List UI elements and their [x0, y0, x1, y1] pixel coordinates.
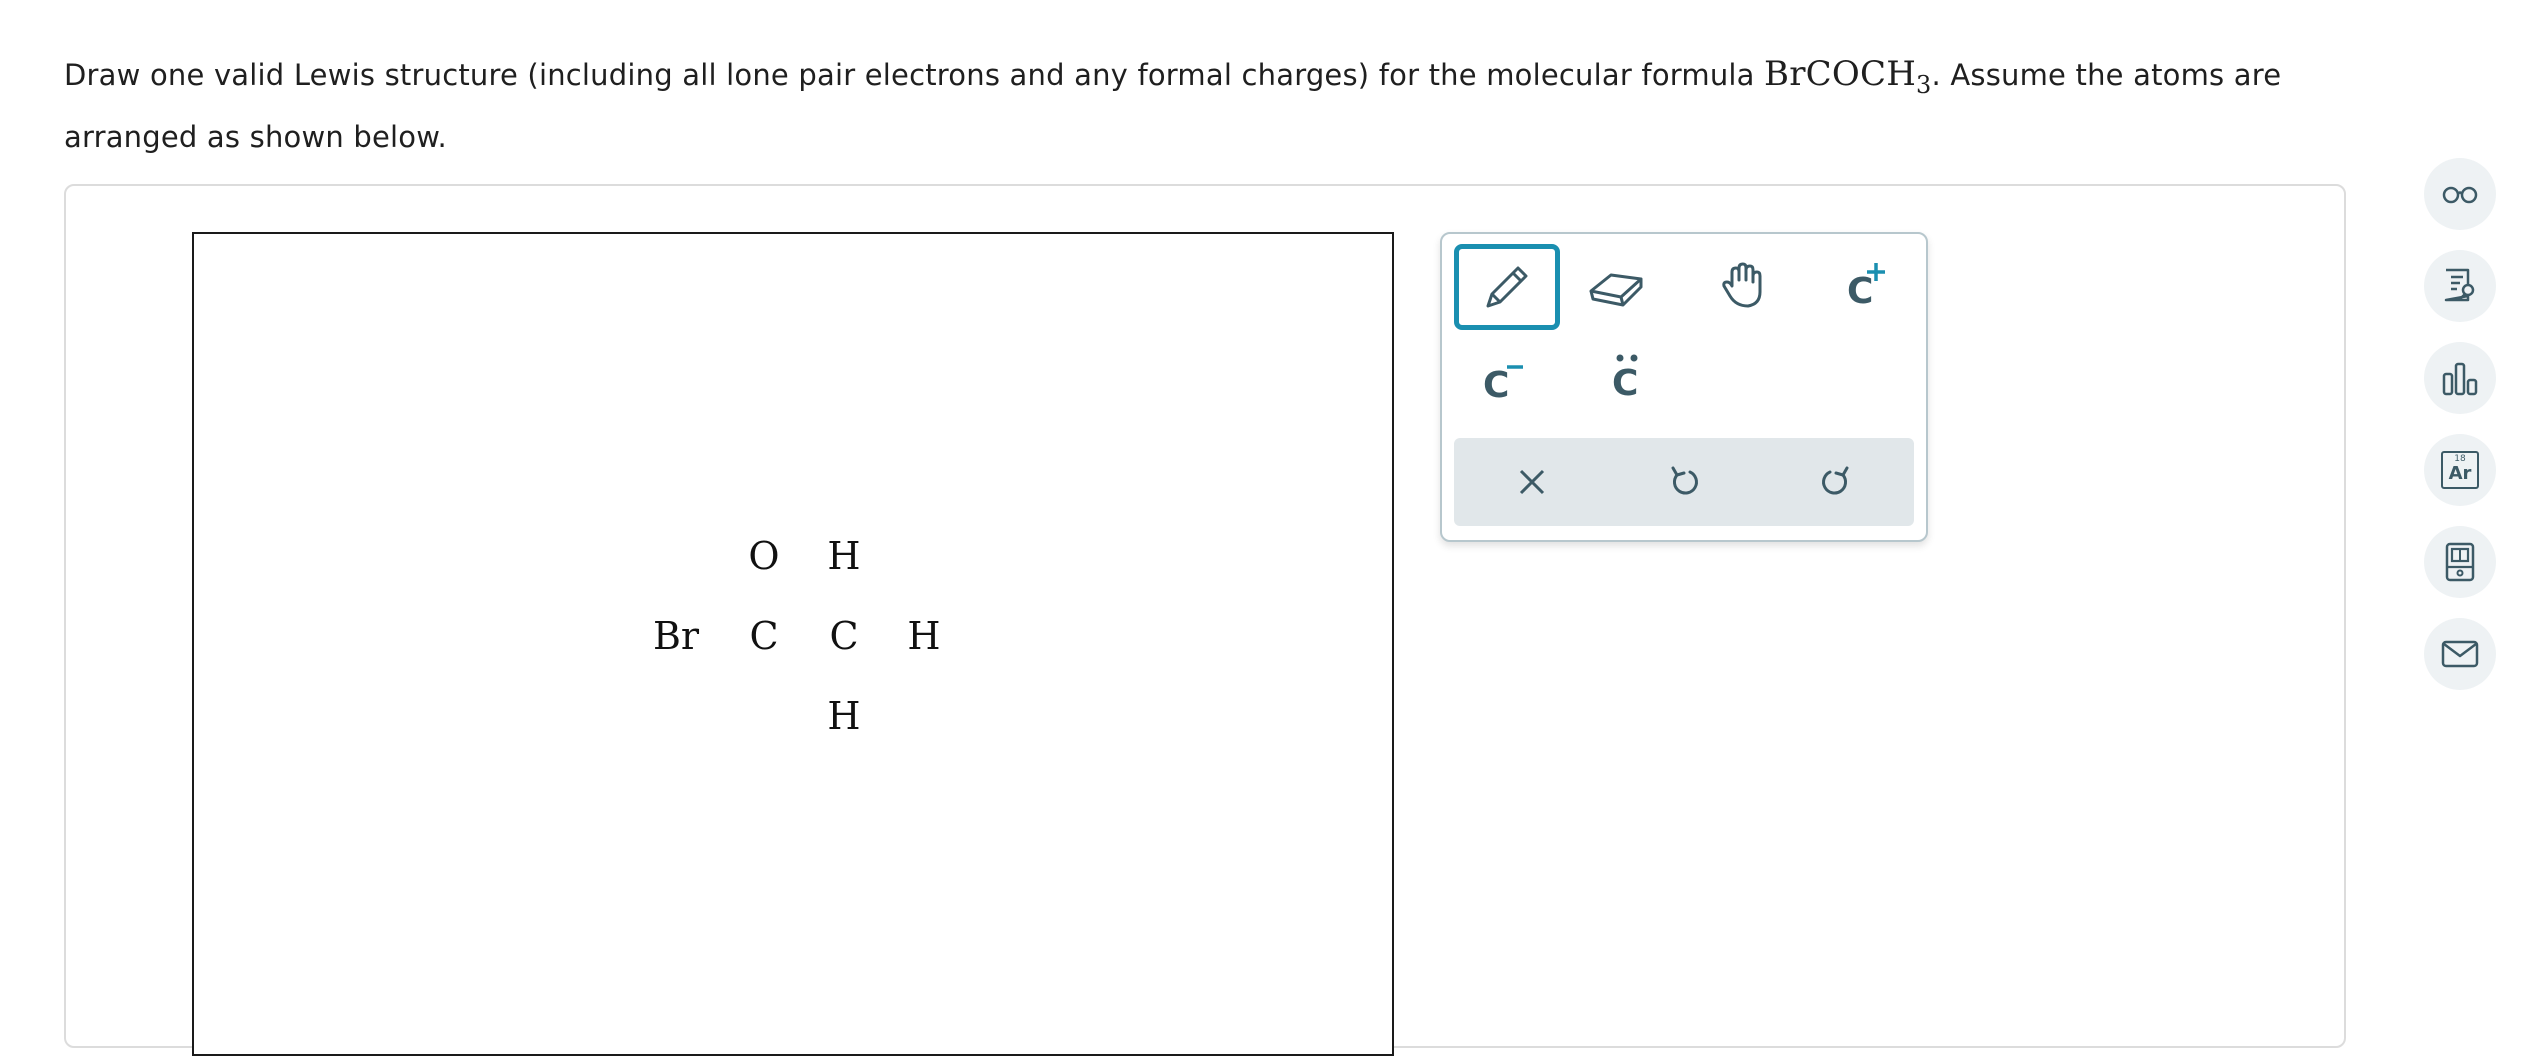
mail-icon [2441, 640, 2479, 668]
accessibility-button[interactable] [2424, 158, 2496, 230]
close-icon [1519, 469, 1545, 495]
tool-palette: C C C [1440, 232, 1928, 542]
calculator-button[interactable] [2424, 526, 2496, 598]
undo-button[interactable] [1644, 448, 1724, 516]
pan-hand-tool[interactable] [1696, 246, 1792, 326]
pencil-icon [1486, 266, 1528, 308]
periodic-table-icon: 18 Ar [2441, 451, 2479, 489]
atom-h-bottom[interactable]: H [827, 694, 860, 738]
periodic-table-button[interactable]: 18 Ar [2424, 434, 2496, 506]
atom-br[interactable]: Br [653, 614, 699, 658]
hand-icon [1722, 262, 1762, 308]
exploration-button[interactable] [2424, 250, 2496, 322]
atom-o[interactable]: O [748, 534, 779, 578]
action-bar [1454, 438, 1914, 526]
bar-chart-icon [2442, 362, 2478, 396]
positive-charge-icon: C [1841, 261, 1891, 312]
formula-main: BrCOCH [1764, 54, 1917, 94]
drawing-canvas[interactable]: O H Br C C H H [192, 232, 1394, 1056]
question-prompt: Draw one valid Lewis structure (includin… [64, 48, 2354, 163]
atom-h-right[interactable]: H [907, 614, 940, 658]
message-button[interactable] [2424, 618, 2496, 690]
lone-pair-dots [1616, 354, 1638, 362]
atom-c-methyl[interactable]: C [829, 614, 858, 658]
lone-pair-label: C [1612, 363, 1639, 404]
atom-c-carbonyl[interactable]: C [749, 614, 778, 658]
pencil-tool[interactable] [1454, 244, 1560, 330]
positive-charge-tool[interactable]: C [1818, 246, 1914, 326]
glasses-icon [2442, 186, 2478, 204]
formula-subscript: 3 [1916, 70, 1932, 99]
molecular-formula: BrCOCH3 [1764, 54, 1931, 99]
data-button[interactable] [2424, 342, 2496, 414]
redo-button[interactable] [1796, 448, 1876, 516]
minus-sign [1507, 365, 1523, 369]
undo-icon [1671, 466, 1698, 495]
atom-h-top[interactable]: H [827, 534, 860, 578]
plus-sign [1867, 263, 1885, 281]
lone-pair-icon: C [1601, 351, 1651, 405]
element-symbol: Ar [2448, 463, 2472, 484]
lone-pair-tool[interactable]: C [1578, 338, 1674, 418]
eraser-icon [1589, 273, 1643, 307]
redo-icon [1822, 466, 1849, 495]
negative-charge-icon: C [1477, 353, 1527, 406]
document-search-icon [2444, 268, 2475, 302]
eraser-tool[interactable] [1568, 246, 1664, 326]
negative-charge-tool[interactable]: C [1454, 338, 1550, 418]
clear-button[interactable] [1492, 448, 1572, 516]
question-text-before: Draw one valid Lewis structure (includin… [64, 58, 1765, 92]
calculator-icon [2445, 542, 2475, 582]
